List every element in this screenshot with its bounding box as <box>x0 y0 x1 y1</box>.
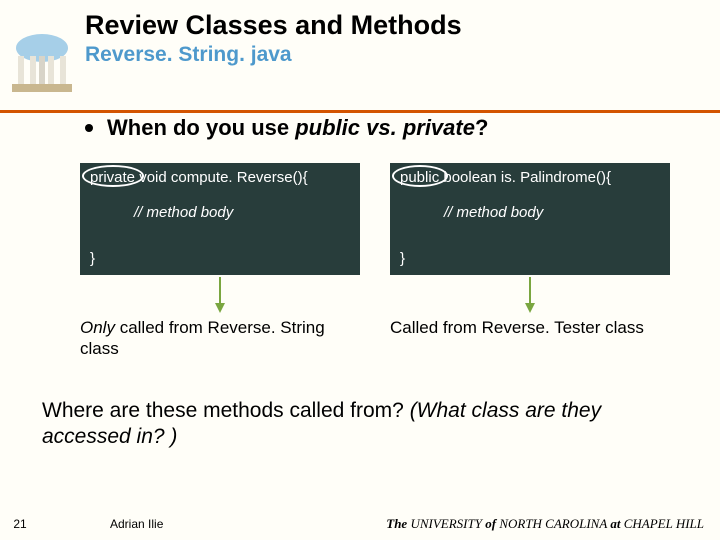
page-number: 21 <box>0 517 40 531</box>
author-name: Adrian Ilie <box>110 517 163 531</box>
right-body: // method body <box>444 204 660 221</box>
bullet-item: When do you use public vs. private? <box>85 115 720 141</box>
header: Review Classes and Methods Reverse. Stri… <box>0 0 720 67</box>
bullet-italic: public vs. private <box>295 115 475 140</box>
logo-icon <box>6 26 78 98</box>
bullet-dot-icon <box>85 124 93 132</box>
left-brace: } <box>90 250 95 267</box>
uni-mid2: NORTH CAROLINA <box>496 516 610 531</box>
left-codebox: private void compute. Reverse(){ // meth… <box>80 163 360 275</box>
left-column: private void compute. Reverse(){ // meth… <box>80 163 360 360</box>
arrow-down-icon <box>219 277 221 311</box>
left-caption-rest: called from Reverse. String class <box>80 318 325 358</box>
question-text: Where are these methods called from? (Wh… <box>42 398 662 451</box>
uni-mid1: UNIVERSITY <box>407 516 485 531</box>
question-plain: Where are these methods called from? <box>42 399 410 422</box>
university-name: The UNIVERSITY of NORTH CAROLINA at CHAP… <box>386 516 704 532</box>
left-body: // method body <box>134 204 350 221</box>
left-caption-italic: Only <box>80 318 115 337</box>
footer: 21 Adrian Ilie The UNIVERSITY of NORTH C… <box>0 516 720 532</box>
left-caption: Only called from Reverse. String class <box>80 317 360 360</box>
bullet-prefix: When do you use <box>107 115 295 140</box>
uni-of: of <box>485 516 496 531</box>
code-columns: private void compute. Reverse(){ // meth… <box>80 163 720 360</box>
left-signature: private void compute. Reverse(){ <box>90 169 350 186</box>
right-signature: public boolean is. Palindrome(){ <box>400 169 660 186</box>
uni-the: The <box>386 516 407 531</box>
bullet-suffix: ? <box>475 115 488 140</box>
right-column: public boolean is. Palindrome(){ // meth… <box>390 163 670 360</box>
arrow-wrap <box>390 275 670 317</box>
uni-end: CHAPEL HILL <box>620 516 704 531</box>
uni-at: at <box>610 516 620 531</box>
right-caption: Called from Reverse. Tester class <box>390 317 670 338</box>
divider <box>0 110 720 113</box>
arrow-wrap <box>80 275 360 317</box>
right-codebox: public boolean is. Palindrome(){ // meth… <box>390 163 670 275</box>
page-subtitle: Reverse. String. java <box>85 43 720 67</box>
page-title: Review Classes and Methods <box>85 10 720 41</box>
bullet-text: When do you use public vs. private? <box>107 115 488 141</box>
right-brace: } <box>400 250 405 267</box>
arrow-down-icon <box>529 277 531 311</box>
